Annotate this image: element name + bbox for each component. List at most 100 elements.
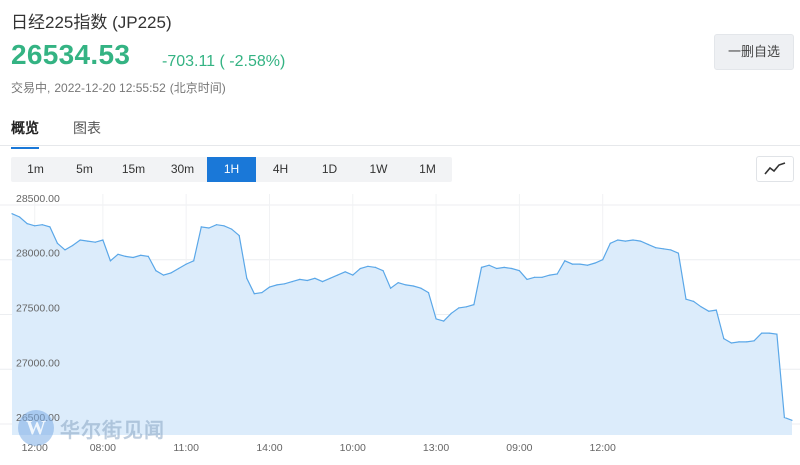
price-point — [533, 276, 536, 278]
price-point — [390, 287, 392, 289]
price-point — [715, 309, 717, 311]
price-point — [268, 286, 271, 288]
y-tick-label: 27000.00 — [16, 357, 60, 369]
y-tick-label: 27500.00 — [16, 303, 60, 315]
price-point — [56, 242, 59, 244]
price-point — [450, 312, 452, 314]
price-point — [564, 260, 566, 262]
price-point — [746, 341, 748, 343]
price-point — [511, 267, 513, 270]
price-point — [473, 304, 475, 306]
price-point — [94, 241, 96, 243]
x-tick-label: 12:00 — [590, 442, 616, 454]
watermark: W 华尔街见闻 — [18, 410, 165, 446]
price-point — [34, 225, 36, 227]
price-point — [783, 416, 786, 419]
period-1d[interactable]: 1D — [305, 157, 354, 182]
remove-watchlist-button[interactable]: 一删自选 — [714, 34, 794, 70]
price-point — [215, 224, 218, 226]
price-point — [231, 228, 233, 230]
price-point — [321, 281, 324, 283]
price-point — [117, 253, 119, 255]
price-point — [571, 263, 574, 265]
price-point — [200, 226, 202, 228]
price-point — [602, 259, 604, 261]
price-point — [72, 244, 74, 247]
price-point — [352, 274, 354, 276]
timestamp: 2022-12-20 12:55:52 — [54, 81, 166, 95]
price-point — [465, 306, 467, 308]
price-point — [238, 235, 240, 237]
price-point — [723, 338, 725, 340]
period-4h[interactable]: 4H — [256, 157, 305, 182]
price-point — [162, 274, 165, 276]
price-point — [208, 227, 210, 229]
price-point — [700, 306, 702, 308]
price-point — [412, 285, 414, 287]
price-point — [359, 267, 361, 270]
price-point — [556, 273, 558, 275]
price-point — [246, 277, 248, 279]
watermark-logo: W — [18, 410, 54, 446]
price-point — [420, 287, 422, 289]
period-1mo[interactable]: 1M — [403, 157, 452, 182]
price-point — [685, 298, 687, 300]
price-point — [753, 340, 755, 342]
price-point — [730, 342, 733, 344]
price-point — [223, 225, 225, 227]
price-point — [49, 226, 51, 228]
price-point — [488, 264, 490, 266]
price-point — [367, 265, 369, 267]
price-point — [579, 263, 581, 265]
period-1h[interactable]: 1H — [207, 157, 256, 182]
price-point — [284, 283, 286, 285]
price-point — [140, 254, 142, 256]
price-point — [458, 307, 460, 309]
price-point — [693, 300, 695, 302]
price-point — [791, 419, 793, 421]
price-point — [586, 264, 589, 266]
y-tick-label: 28000.00 — [16, 248, 60, 260]
price-point — [435, 318, 437, 320]
price-point — [541, 276, 543, 278]
period-5m[interactable]: 5m — [60, 157, 109, 182]
price-point — [677, 252, 680, 254]
price-point — [291, 281, 293, 283]
price-point — [125, 255, 127, 257]
watermark-text: 华尔街见闻 — [60, 419, 165, 442]
price-point — [549, 274, 551, 276]
price-area — [12, 213, 792, 435]
x-tick-label: 09:00 — [506, 442, 532, 454]
price-point — [443, 320, 445, 322]
price-point — [617, 239, 619, 241]
price-point — [41, 224, 43, 226]
period-1m[interactable]: 1m — [11, 157, 60, 182]
chart-type-button[interactable] — [756, 156, 794, 182]
x-tick-label: 10:00 — [340, 442, 366, 454]
period-30m[interactable]: 30m — [158, 157, 207, 182]
price-point — [11, 213, 13, 215]
price-point — [655, 247, 657, 249]
price-point — [496, 267, 498, 270]
price-point — [19, 216, 21, 218]
period-15m[interactable]: 15m — [109, 157, 158, 182]
y-tick-label: 28500.00 — [16, 193, 60, 205]
price-point — [480, 266, 483, 268]
price-point — [594, 262, 596, 264]
price-point — [632, 239, 634, 241]
price-point — [382, 270, 384, 272]
period-selector: 1m 5m 15m 30m 1H 4H 1D 1W 1M — [11, 157, 452, 182]
page-title: 日经225指数 (JP225) — [11, 13, 172, 32]
current-price: 26534.53 — [11, 39, 131, 70]
price-point — [776, 333, 778, 335]
price-point — [329, 277, 331, 279]
trading-status: 交易中, 2022-12-20 12:55:52 (北京时间) — [11, 79, 230, 96]
tabs-divider — [0, 145, 800, 146]
price-point — [662, 248, 664, 250]
period-1w[interactable]: 1W — [354, 157, 403, 182]
price-point — [427, 292, 430, 294]
price-point — [670, 249, 672, 251]
price-point — [768, 332, 770, 334]
x-tick-label: 14:00 — [256, 442, 282, 454]
x-tick-label: 11:00 — [173, 442, 199, 454]
